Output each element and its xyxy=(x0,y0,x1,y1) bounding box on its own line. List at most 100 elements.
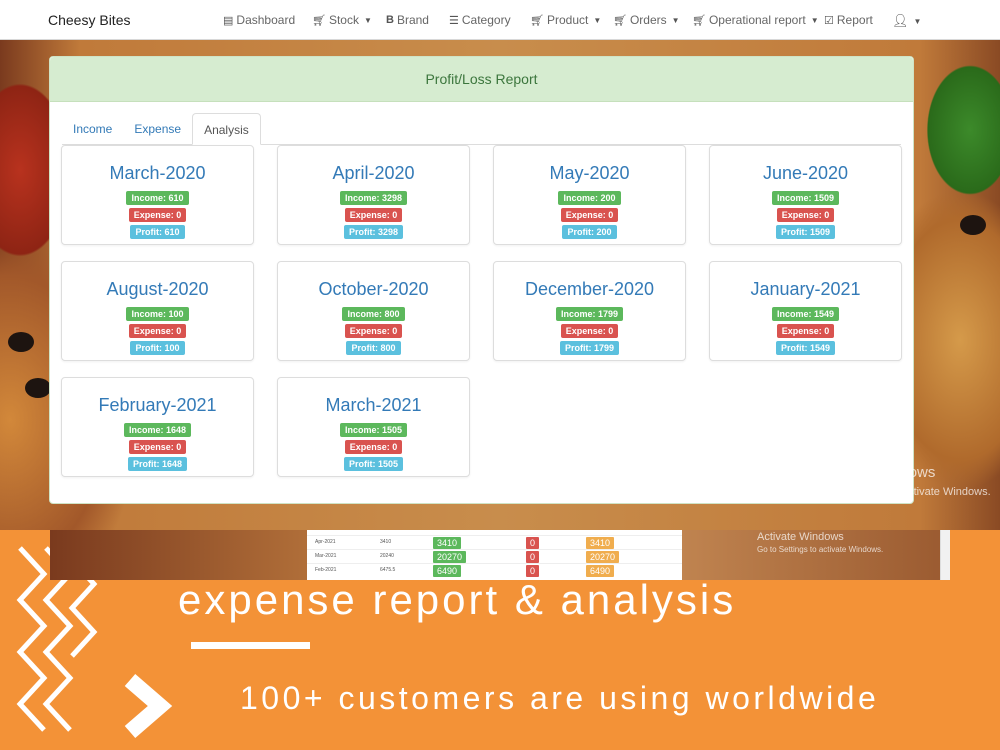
income-badge: Income: 1549 xyxy=(771,307,840,321)
nav-label: Brand xyxy=(396,13,429,27)
profit-badge: 20270 xyxy=(586,551,620,563)
table-row: Feb-2021 6475.5 6490 0 6490 xyxy=(307,563,682,578)
month-card: March-2021 Income: 1505 Expense: 0 Profi… xyxy=(277,377,470,477)
user-icon: 👤︎ xyxy=(892,13,909,28)
caret-down-icon: ▼ xyxy=(671,15,680,25)
expense-badge: Expense: 0 xyxy=(128,208,187,222)
income-badge: 6490 xyxy=(433,565,462,577)
report-tabs: Income Expense Analysis xyxy=(62,113,261,145)
activate-windows-title: Activate Windows xyxy=(817,464,936,481)
month-title: January-2021 xyxy=(750,279,861,299)
nav-stock[interactable]: 🛒︎ Stock ▼ xyxy=(312,13,372,27)
headline-underline xyxy=(191,642,310,649)
nav-label: Stock xyxy=(328,13,359,27)
caret-down-icon: ▼ xyxy=(363,15,372,25)
nav-brand[interactable]: B Brand xyxy=(386,13,429,27)
olive-decoration xyxy=(8,332,34,352)
bold-b-icon: B xyxy=(386,14,394,26)
olive-decoration xyxy=(25,378,51,398)
income-badge: Income: 1648 xyxy=(123,423,192,437)
nav-user-menu[interactable]: 👤︎ ▼ xyxy=(892,13,921,29)
expense-badge: Expense: 0 xyxy=(344,324,403,338)
expense-badge: Expense: 0 xyxy=(560,324,619,338)
month-title: May-2020 xyxy=(549,163,630,183)
caret-down-icon: ▼ xyxy=(810,15,819,25)
activate-windows-subtitle: Go to Settings to activate Windows. xyxy=(757,545,884,554)
month-title: February-2021 xyxy=(98,395,217,415)
row-label: Feb-2021 xyxy=(315,567,337,573)
table-row: Apr-2021 3410 3410 0 3410 xyxy=(307,535,682,550)
tab-expense[interactable]: Expense xyxy=(123,113,192,145)
month-title: March-2021 xyxy=(325,395,422,415)
nav-category[interactable]: ☰ Category xyxy=(449,13,511,27)
row-label: Mar-2021 xyxy=(315,553,337,559)
profit-badge: Profit: 1799 xyxy=(559,341,620,355)
expense-badge: 0 xyxy=(526,551,540,563)
row-value: 6475.5 xyxy=(380,567,396,573)
nav-dashboard[interactable]: ▤ Dashboard xyxy=(223,13,295,27)
income-badge: Income: 1509 xyxy=(771,191,840,205)
month-card: April-2020 Income: 3298 Expense: 0 Profi… xyxy=(277,145,470,245)
row-value: 3410 xyxy=(380,539,392,545)
panel-heading: Profit/Loss Report xyxy=(50,57,913,102)
profit-loss-panel: Profit/Loss Report Income Expense Analys… xyxy=(49,56,914,504)
list-icon: ☰ xyxy=(449,14,459,27)
income-badge: Income: 100 xyxy=(126,307,189,321)
brand-logo[interactable]: Cheesy Bites xyxy=(48,12,130,28)
nav-operational-report[interactable]: 🛒︎ Operational report ▼ xyxy=(692,13,819,27)
nav-label: Report xyxy=(836,13,873,27)
profit-badge: Profit: 1505 xyxy=(343,457,404,471)
month-card: August-2020 Income: 100 Expense: 0 Profi… xyxy=(61,261,254,361)
caret-down-icon: ▼ xyxy=(913,16,922,26)
income-badge: 20270 xyxy=(433,551,467,563)
month-title: August-2020 xyxy=(106,279,209,299)
income-badge: Income: 1799 xyxy=(555,307,624,321)
month-title: December-2020 xyxy=(524,279,655,299)
month-card: October-2020 Income: 800 Expense: 0 Prof… xyxy=(277,261,470,361)
olive-decoration xyxy=(960,215,986,235)
nav-product[interactable]: 🛒︎ Product ▼ xyxy=(530,13,601,27)
tab-analysis[interactable]: Analysis xyxy=(192,113,261,145)
month-card: March-2020 Income: 610 Expense: 0 Profit… xyxy=(61,145,254,245)
profit-badge: Profit: 100 xyxy=(130,341,185,355)
nav-label: Product xyxy=(546,13,589,27)
nav-orders[interactable]: 🛒︎ Orders ▼ xyxy=(613,13,680,27)
inset-screenshot: Apr-2021 3410 3410 0 3410 Mar-2021 20240… xyxy=(50,530,950,580)
vertical-scrollbar[interactable] xyxy=(940,530,950,580)
expense-badge: Expense: 0 xyxy=(560,208,619,222)
month-title: June-2020 xyxy=(762,163,849,183)
profit-badge: 6490 xyxy=(586,565,615,577)
expense-badge: Expense: 0 xyxy=(128,440,187,454)
expense-badge: 0 xyxy=(526,537,540,549)
expense-badge: Expense: 0 xyxy=(344,208,403,222)
row-label: Apr-2021 xyxy=(315,539,336,545)
expense-badge: Expense: 0 xyxy=(776,208,835,222)
cart-icon: 🛒︎ xyxy=(312,14,326,27)
table-row: Mar-2021 20240 20270 0 20270 xyxy=(307,549,682,564)
nav-label: Operational report xyxy=(708,13,806,27)
month-card: January-2021 Income: 1549 Expense: 0 Pro… xyxy=(709,261,902,361)
income-badge: Income: 800 xyxy=(342,307,405,321)
activate-windows-subtitle: Go to Settings to activate Windows. xyxy=(817,486,991,498)
profit-badge: Profit: 1509 xyxy=(775,225,836,239)
panel-title: Profit/Loss Report xyxy=(425,71,538,87)
nav-label: Category xyxy=(461,13,511,27)
income-badge: Income: 3298 xyxy=(339,191,408,205)
profit-badge: Profit: 1648 xyxy=(127,457,188,471)
activate-windows-title: Activate Windows xyxy=(757,531,844,543)
nav-label: Orders xyxy=(629,13,667,27)
month-title: April-2020 xyxy=(332,163,415,183)
profit-badge: Profit: 1549 xyxy=(775,341,836,355)
expense-badge: 0 xyxy=(526,565,540,577)
caret-down-icon: ▼ xyxy=(593,15,602,25)
cart-icon: 🛒︎ xyxy=(613,14,627,27)
income-badge: Income: 1505 xyxy=(339,423,408,437)
promo-headline: expense report & analysis xyxy=(178,576,737,623)
profit-badge: Profit: 3298 xyxy=(343,225,404,239)
month-card: February-2021 Income: 1648 Expense: 0 Pr… xyxy=(61,377,254,477)
nav-report[interactable]: ☑ Report xyxy=(824,13,873,27)
check-icon: ☑ xyxy=(824,14,834,27)
month-card: May-2020 Income: 200 Expense: 0 Profit: … xyxy=(493,145,686,245)
tab-income[interactable]: Income xyxy=(62,113,123,145)
expense-badge: Expense: 0 xyxy=(776,324,835,338)
